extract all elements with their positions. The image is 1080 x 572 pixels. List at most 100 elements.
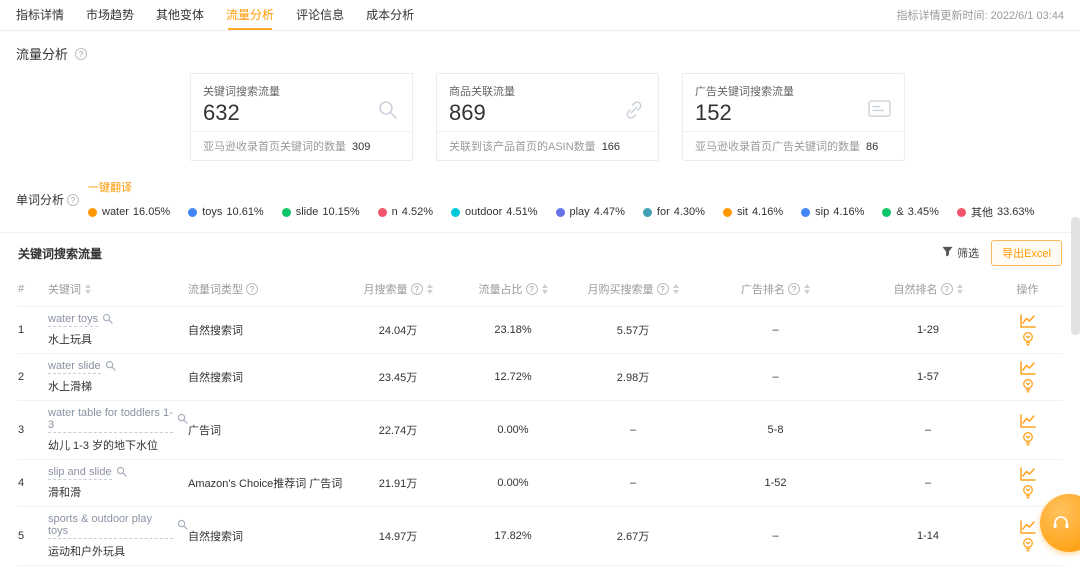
trend-chart-icon[interactable]: [1019, 414, 1036, 428]
trend-chart-icon[interactable]: [1019, 314, 1036, 328]
traffic-word-type: 自然搜索词: [188, 353, 348, 401]
keyword-insight-icon[interactable]: [1021, 484, 1035, 499]
legend-percent: 4.16%: [833, 206, 865, 218]
help-icon[interactable]: [656, 283, 669, 295]
keyword-translation: 水上滑梯: [48, 381, 92, 393]
card-footer-value: 86: [866, 141, 879, 153]
traffic-word-type: 自然搜索词: [188, 565, 348, 572]
help-icon[interactable]: [246, 283, 258, 295]
legend-word: &: [896, 206, 904, 218]
row-index: 5: [18, 506, 48, 566]
col-label: 月搜索量: [363, 284, 408, 296]
legend-dot: [642, 207, 652, 217]
legend-dot: [801, 207, 811, 217]
traffic-share: 17.82%: [448, 506, 578, 566]
legend-item: sit 4.16%: [722, 206, 784, 218]
sort-icon[interactable]: [541, 284, 548, 294]
col-label: 广告排名: [741, 284, 785, 296]
monthly-search-volume: 24.04万: [348, 306, 448, 354]
col-organic-rank[interactable]: 自然排名: [863, 273, 993, 307]
keyword-analysis-icon[interactable]: [177, 519, 188, 533]
card-value: 152: [695, 100, 732, 125]
help-icon[interactable]: [67, 193, 80, 206]
card-ad-keyword-search-traffic: 广告关键词搜索流量 152 亚马逊收录首页广告关键词的数量 86: [682, 73, 905, 161]
table-row: 3 water table for toddlers 1-3 幼儿 1-3 岁的…: [18, 400, 1062, 460]
monthly-purchase-volume: 325: [578, 565, 688, 572]
keyword-insight-icon[interactable]: [1021, 378, 1035, 393]
col-monthly-search-volume[interactable]: 月搜索量: [348, 273, 448, 307]
keyword-link[interactable]: slip and slide: [48, 466, 112, 480]
ad-rank: 5-8: [688, 400, 863, 460]
legend-percent: 10.61%: [226, 206, 264, 218]
monthly-search-volume: 2.81万: [348, 565, 448, 572]
filter-button[interactable]: 筛选: [942, 245, 979, 261]
help-icon[interactable]: [75, 47, 88, 60]
card-label: 商品关联流量: [449, 86, 515, 98]
keyword-link[interactable]: water toys: [48, 313, 99, 327]
card-footer-label: 关联到该产品首页的ASIN数量: [449, 141, 596, 153]
col-traffic-share[interactable]: 流量占比: [448, 273, 578, 307]
keyword-insight-icon[interactable]: [1021, 331, 1035, 346]
keyword-analysis-icon[interactable]: [105, 360, 116, 374]
legend-item: slide 10.15%: [281, 206, 360, 218]
legend-percent: 10.15%: [322, 206, 360, 218]
col-keyword[interactable]: 关键词: [48, 273, 188, 307]
sort-icon[interactable]: [956, 284, 963, 294]
trend-chart-icon[interactable]: [1019, 520, 1036, 534]
trend-chart-icon[interactable]: [1019, 361, 1036, 375]
help-icon[interactable]: [410, 283, 423, 295]
help-icon[interactable]: [788, 283, 800, 295]
keyword-insight-icon[interactable]: [1021, 537, 1035, 552]
col-label: 流量占比: [478, 284, 523, 296]
legend-dot: [722, 207, 732, 217]
legend-word: 其他: [970, 207, 993, 219]
keyword-link[interactable]: water slide: [48, 360, 101, 374]
legend-dot: [956, 207, 966, 217]
export-excel-button[interactable]: 导出Excel: [991, 240, 1062, 266]
keyword-analysis-icon[interactable]: [116, 466, 127, 480]
tab-cost-analysis[interactable]: 成本分析: [366, 0, 414, 30]
sort-icon[interactable]: [804, 284, 810, 294]
keyword-analysis-icon[interactable]: [177, 413, 188, 427]
keyword-link[interactable]: water table for toddlers 1-3: [48, 407, 173, 433]
legend-percent: 4.16%: [751, 206, 784, 218]
legend-dot: [281, 207, 291, 217]
organic-rank: 1-57: [863, 353, 993, 401]
table-row: 6 water slides for kids backyard 儿童后院的水滑…: [18, 565, 1062, 572]
tab-traffic-analysis[interactable]: 流量分析: [226, 0, 274, 30]
sort-icon[interactable]: [672, 284, 679, 294]
traffic-section-header: 流量分析: [0, 31, 1080, 63]
tab-other-variants[interactable]: 其他变体: [156, 0, 204, 30]
legend-item: & 3.45%: [882, 206, 939, 218]
trend-chart-icon[interactable]: [1019, 467, 1036, 481]
col-ad-rank[interactable]: 广告排名: [688, 273, 863, 307]
col-label: 月购买搜索量: [587, 284, 654, 296]
scrollbar-thumb[interactable]: [1071, 217, 1080, 335]
table-row: 4 slip and slide 滑和滑 Amazon's Choice推荐词 …: [18, 459, 1062, 507]
help-icon[interactable]: [525, 283, 538, 295]
tab-market-trends[interactable]: 市场趋势: [86, 0, 134, 30]
keyword-analysis-icon[interactable]: [102, 313, 113, 327]
col-monthly-purchase-volume[interactable]: 月购买搜索量: [578, 273, 688, 307]
keyword-insight-icon[interactable]: [1021, 431, 1035, 446]
traffic-share: 0.00%: [448, 459, 578, 507]
organic-rank: 1-14: [863, 506, 993, 566]
legend-item: sip 4.16%: [801, 206, 864, 218]
tab-reviews[interactable]: 评论信息: [296, 0, 344, 30]
legend-item: n 4.52%: [377, 206, 433, 218]
monthly-purchase-volume: 2.98万: [578, 353, 688, 401]
tab-metric-details[interactable]: 指标详情: [16, 0, 64, 30]
monthly-search-volume: 21.91万: [348, 459, 448, 507]
word-analysis-title: 单词分析: [16, 193, 65, 207]
top-nav: 指标详情 市场趋势 其他变体 流量分析 评论信息 成本分析 指标详情更新时间: …: [0, 0, 1080, 31]
col-label: 流量词类型: [188, 284, 243, 296]
organic-rank: –: [863, 400, 993, 460]
legend-dot: [555, 207, 565, 217]
legend-percent: 4.51%: [506, 206, 538, 218]
one-click-translate-link[interactable]: 一键翻译: [88, 182, 132, 194]
sort-icon[interactable]: [426, 284, 433, 294]
sort-icon[interactable]: [85, 284, 91, 294]
keyword-link[interactable]: sports & outdoor play toys: [48, 513, 173, 539]
help-icon[interactable]: [940, 283, 953, 295]
table-row: 5 sports & outdoor play toys 运动和户外玩具 自然搜…: [18, 506, 1062, 566]
